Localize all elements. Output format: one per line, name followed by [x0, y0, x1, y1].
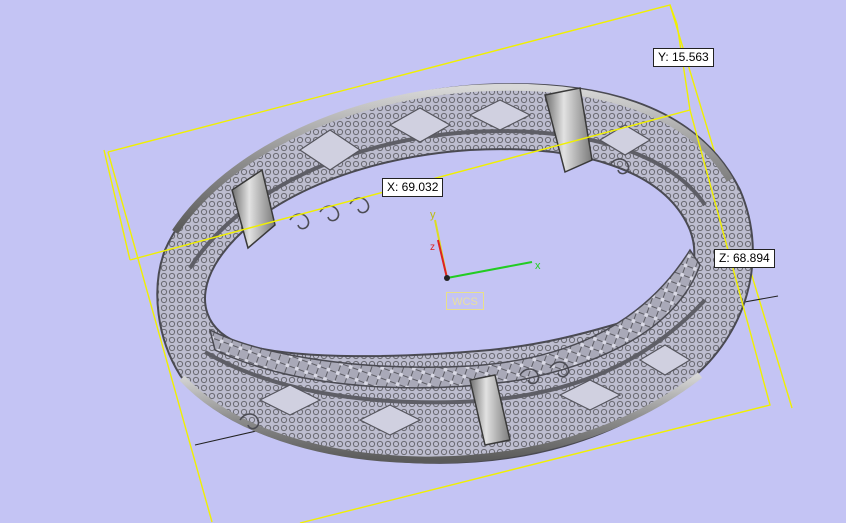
y-axis-label: y [430, 209, 436, 221]
dimension-x-label: X: 69.032 [382, 178, 444, 197]
wcs-label: WCS [446, 292, 484, 310]
3d-viewport[interactable]: x y z WCS X: 69.032 Y: 15.563 Z: 68.894 [0, 0, 846, 523]
dimension-z-label: Z: 68.894 [714, 249, 775, 268]
z-axis-label: z [430, 242, 435, 253]
x-axis-label: x [535, 260, 541, 272]
triad-origin [444, 275, 450, 281]
dimension-y-label: Y: 15.563 [653, 48, 714, 67]
bracelet-model[interactable] [156, 83, 754, 464]
